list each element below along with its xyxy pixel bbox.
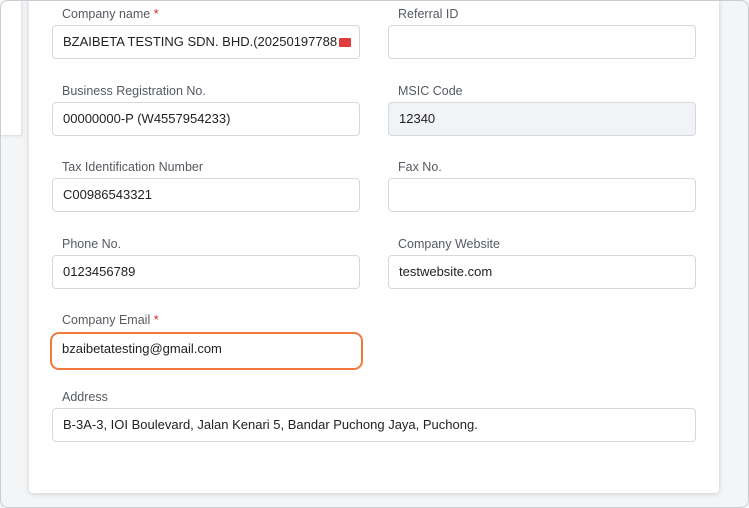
tax-id-input[interactable]: C00986543321	[52, 178, 360, 212]
fax-input[interactable]	[388, 178, 696, 212]
website-label: Company Website	[398, 237, 500, 251]
address-label: Address	[62, 390, 108, 404]
company-details-card: Company name * BZAIBETA TESTING SDN. BHD…	[29, 1, 719, 493]
referral-id-input[interactable]	[388, 25, 696, 59]
phone-label: Phone No.	[62, 237, 122, 251]
business-reg-input[interactable]: 00000000-P (W4557954233)	[52, 102, 360, 136]
fax-label: Fax No.	[398, 160, 442, 174]
company-name-input[interactable]: BZAIBETA TESTING SDN. BHD.(20250197788	[52, 25, 360, 59]
company-name-label: Company name *	[62, 7, 159, 21]
website-input[interactable]: testwebsite.com	[388, 255, 696, 289]
company-name-value: BZAIBETA TESTING SDN. BHD.(20250197788	[63, 34, 338, 49]
tax-id-label: Tax Identification Number	[62, 160, 204, 174]
phone-input[interactable]: 0123456789	[52, 255, 360, 289]
msic-code-label: MSIC Code	[398, 84, 463, 98]
email-input[interactable]: bzaibetatesting@gmail.com	[50, 332, 363, 370]
msic-code-input[interactable]: 12340	[388, 102, 696, 136]
window-frame: Company name * BZAIBETA TESTING SDN. BHD…	[0, 0, 749, 508]
company-name-label-text: Company name	[62, 7, 151, 21]
required-mark: *	[153, 313, 159, 327]
email-label-text: Company Email	[62, 313, 151, 327]
required-mark: *	[153, 7, 159, 21]
flag-emoji-icon	[339, 38, 352, 48]
referral-id-label: Referral ID	[398, 7, 459, 21]
email-label: Company Email *	[62, 313, 159, 327]
side-panel	[1, 1, 22, 136]
address-input[interactable]: B-3A-3, IOI Boulevard, Jalan Kenari 5, B…	[52, 408, 696, 442]
business-reg-label: Business Registration No.	[62, 84, 206, 98]
